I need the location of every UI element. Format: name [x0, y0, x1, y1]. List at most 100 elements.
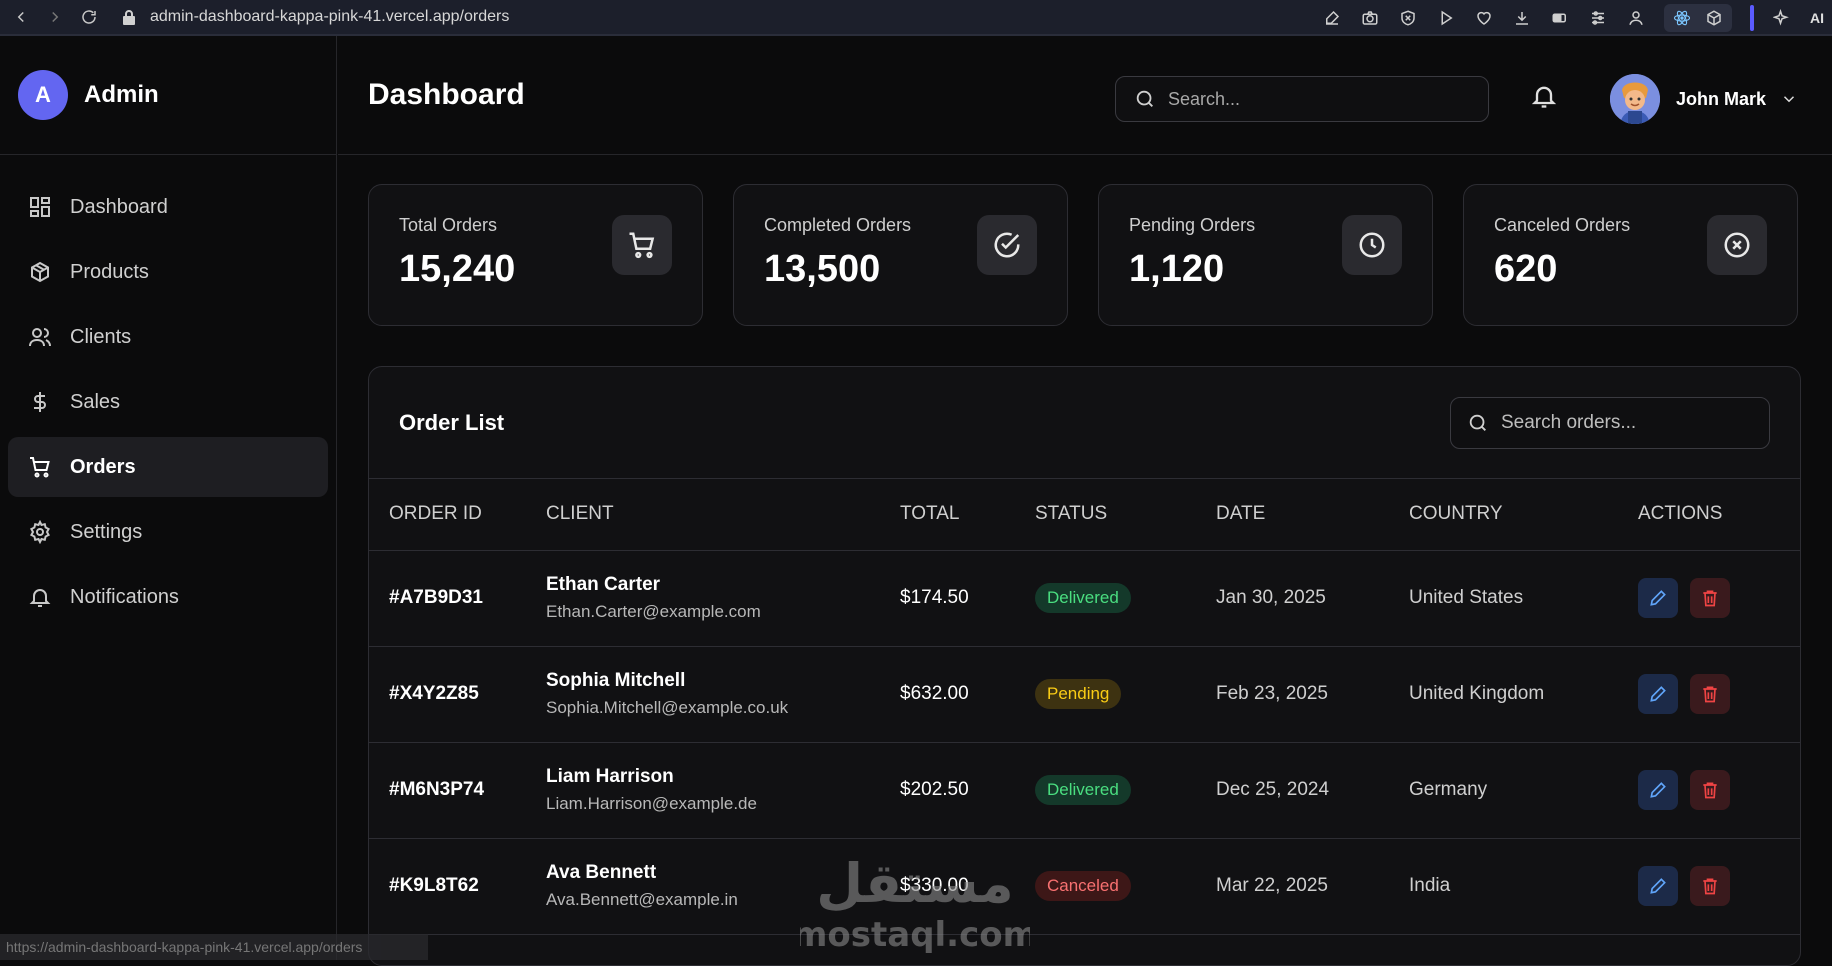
battery-icon[interactable] [1550, 8, 1570, 28]
column-header[interactable]: DATE [1216, 479, 1409, 551]
sparkle-icon[interactable] [1772, 8, 1792, 28]
stat-icon-box [1342, 215, 1402, 275]
client-email: Sophia.Mitchell@example.co.uk [546, 698, 789, 717]
orders-search[interactable] [1450, 397, 1770, 449]
client-name: Ethan Carter [546, 574, 661, 595]
sidebar-item-label: Products [70, 260, 149, 283]
order-country: United Kingdom [1409, 646, 1638, 743]
stat-card-pending-orders: Pending Orders 1,120 [1098, 184, 1433, 326]
reload-button[interactable] [76, 4, 102, 30]
order-total: $632.00 [900, 646, 1035, 743]
order-id: #K9L8T62 [369, 838, 546, 935]
edit-page-icon[interactable] [1322, 8, 1342, 28]
sidebar: A Admin Dashboard Products Clients Sales… [0, 36, 337, 960]
order-id: #M6N3P74 [369, 742, 546, 839]
notifications-button[interactable] [1530, 82, 1560, 112]
search-icon [1136, 90, 1153, 107]
play-icon[interactable] [1436, 8, 1456, 28]
order-date: Feb 23, 2025 [1216, 646, 1409, 743]
address-bar[interactable]: admin-dashboard-kappa-pink-41.vercel.app… [122, 8, 509, 26]
trash-icon [1703, 878, 1717, 895]
reload-icon [82, 10, 96, 24]
sidebar-item-label: Dashboard [70, 195, 168, 218]
header-search[interactable] [1115, 76, 1489, 122]
actions-cell [1638, 550, 1800, 647]
pencil-icon [1650, 878, 1666, 894]
delete-button[interactable] [1690, 578, 1730, 618]
bell-icon [1531, 86, 1557, 108]
gear-icon [30, 520, 50, 544]
client-name: Sophia Mitchell [546, 670, 686, 691]
sidebar-item-orders[interactable]: Orders [8, 437, 328, 497]
order-list-panel: Order List ORDER ID CLIENT TOTAL STATUS … [368, 366, 1801, 966]
download-icon[interactable] [1512, 8, 1532, 28]
client-email: Liam.Harrison@example.de [546, 794, 757, 813]
sidebar-item-dashboard[interactable]: Dashboard [8, 177, 328, 237]
top-header: Dashboard John Mark [338, 36, 1832, 155]
delete-button[interactable] [1690, 770, 1730, 810]
status-cell: Canceled [1035, 838, 1216, 935]
order-date: Mar 22, 2025 [1216, 838, 1409, 935]
orders-search-input[interactable] [1501, 412, 1761, 434]
edit-button[interactable] [1638, 674, 1678, 714]
order-total: $330.00 [900, 838, 1035, 935]
user-name: John Mark [1676, 88, 1767, 109]
avatar [1610, 74, 1660, 124]
sidebar-item-label: Sales [70, 390, 121, 413]
stats-cards: Total Orders 15,240 Completed Orders 13,… [368, 184, 1798, 326]
stat-icon-box [1707, 215, 1767, 275]
sidebar-item-products[interactable]: Products [8, 242, 328, 302]
sidebar-item-clients[interactable]: Clients [8, 307, 328, 367]
client-name: Liam Harrison [546, 766, 674, 787]
delete-button[interactable] [1690, 674, 1730, 714]
column-header[interactable]: COUNTRY [1409, 479, 1638, 551]
order-id: #X4Y2Z85 [369, 646, 546, 743]
sidebar-item-label: Orders [70, 455, 136, 478]
column-header[interactable]: CLIENT [546, 479, 900, 551]
order-country: Germany [1409, 742, 1638, 839]
check-circle-icon [994, 232, 1020, 258]
sidebar-item-sales[interactable]: Sales [8, 372, 328, 432]
sidebar-item-settings[interactable]: Settings [8, 502, 328, 562]
camera-icon[interactable] [1360, 8, 1380, 28]
brand: A Admin [0, 36, 336, 155]
forward-button[interactable] [42, 4, 68, 30]
user-menu[interactable]: John Mark [1610, 74, 1798, 124]
column-header[interactable]: TOTAL [900, 479, 1035, 551]
order-country: United States [1409, 550, 1638, 647]
stat-card-canceled-orders: Canceled Orders 620 [1463, 184, 1798, 326]
status-cell: Pending [1035, 646, 1216, 743]
ai-label[interactable]: AI [1810, 10, 1824, 26]
trash-icon [1703, 782, 1717, 799]
order-date: Jan 30, 2025 [1216, 550, 1409, 647]
edit-button[interactable] [1638, 866, 1678, 906]
back-button[interactable] [8, 4, 34, 30]
orders-table: ORDER ID CLIENT TOTAL STATUS DATE COUNTR… [369, 479, 1800, 935]
search-input[interactable] [1168, 88, 1468, 110]
sidebar-item-notifications[interactable]: Notifications [8, 567, 328, 627]
sidebar-item-label: Notifications [70, 585, 179, 608]
heart-icon[interactable] [1474, 8, 1494, 28]
pencil-icon [1650, 590, 1666, 606]
shield-icon[interactable] [1398, 8, 1418, 28]
user-avatar-icon [1610, 74, 1660, 124]
browser-status-link: https://admin-dashboard-kappa-pink-41.ve… [0, 934, 428, 960]
client-cell: Ava Bennett Ava.Bennett@example.in [546, 838, 900, 935]
profile-icon[interactable] [1626, 8, 1646, 28]
sliders-icon[interactable] [1588, 8, 1608, 28]
cube-icon[interactable] [1704, 8, 1724, 28]
column-header[interactable]: STATUS [1035, 479, 1216, 551]
sidebar-item-label: Settings [70, 520, 143, 543]
status-badge: Delivered [1035, 583, 1131, 613]
actions-cell [1638, 646, 1800, 743]
client-email: Ava.Bennett@example.in [546, 890, 738, 909]
edit-button[interactable] [1638, 578, 1678, 618]
brand-avatar: A [18, 70, 68, 120]
chevron-left-icon [17, 11, 24, 23]
edit-button[interactable] [1638, 770, 1678, 810]
column-header[interactable]: ORDER ID [369, 479, 546, 551]
react-icon[interactable] [1672, 8, 1692, 28]
table-row: #X4Y2Z85 Sophia Mitchell Sophia.Mitchell… [369, 646, 1800, 743]
delete-button[interactable] [1690, 866, 1730, 906]
cart-icon [629, 232, 655, 259]
